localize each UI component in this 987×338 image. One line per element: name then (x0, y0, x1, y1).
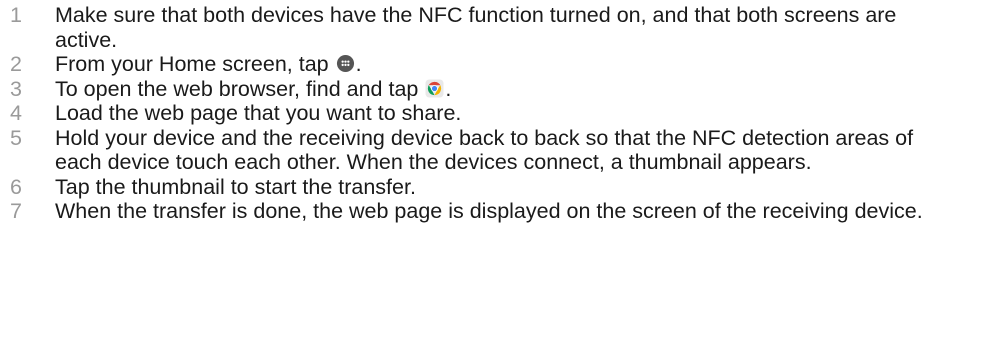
step-1: 1 Make sure that both devices have the N… (0, 3, 987, 52)
step-text: Load the web page that you want to share… (55, 101, 462, 125)
step-text: To open the web browser, find and tap . (55, 77, 955, 102)
step-number: 6 (10, 174, 22, 199)
apps-grid-icon (336, 54, 354, 73)
instruction-steps: 1 Make sure that both devices have the N… (0, 3, 987, 224)
step-number: 4 (10, 101, 22, 125)
step-text-before: From your Home screen, tap (55, 52, 329, 76)
step-number: 2 (10, 52, 22, 76)
step-text: Hold your device and the receiving devic… (55, 125, 914, 175)
step-text: Make sure that both devices have the NFC… (55, 3, 897, 52)
step-number: 7 (10, 199, 22, 223)
step-7: 7 When the transfer is done, the web pag… (0, 199, 987, 224)
step-number: 3 (10, 76, 22, 101)
step-text-after: . (445, 76, 452, 101)
step-text-after: . (355, 52, 362, 76)
step-text: From your Home screen, tap . (55, 52, 955, 77)
chrome-browser-icon (425, 78, 444, 98)
step-5: 5 Hold your device and the receiving dev… (0, 126, 987, 175)
step-number: 1 (10, 3, 22, 27)
step-number: 5 (10, 125, 22, 150)
step-6: 6 Tap the thumbnail to start the transfe… (0, 175, 987, 200)
step-text-before: To open the web browser, find and tap (55, 76, 419, 101)
step-text: When the transfer is done, the web page … (55, 199, 923, 223)
step-4: 4 Load the web page that you want to sha… (0, 101, 987, 126)
step-text: Tap the thumbnail to start the transfer. (55, 174, 416, 199)
step-3: 3 To open the web browser, find and tap … (0, 77, 987, 102)
step-2: 2 From your Home screen, tap . (0, 52, 987, 77)
